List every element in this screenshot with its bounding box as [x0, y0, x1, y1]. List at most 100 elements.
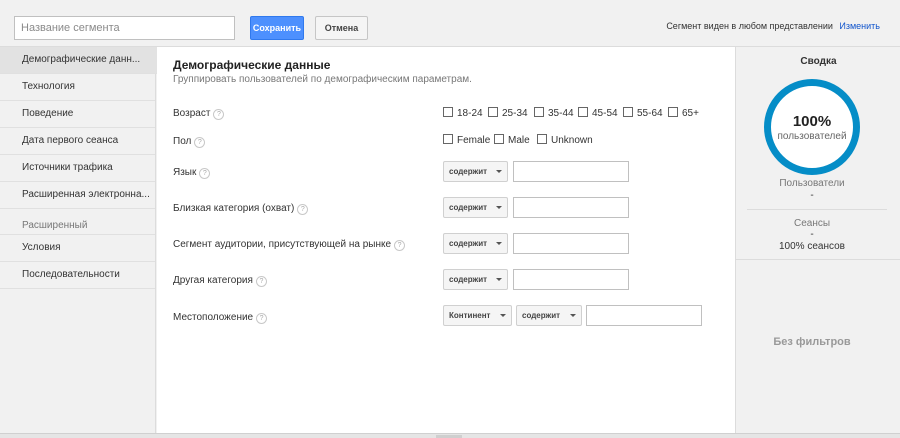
- help-icon[interactable]: ?: [255, 276, 267, 287]
- dropdown-value: Континент: [449, 311, 491, 320]
- checkbox-icon[interactable]: [537, 134, 547, 144]
- help-icon[interactable]: ?: [256, 313, 268, 324]
- checkbox-label: 35-44: [548, 108, 574, 119]
- sidebar-item-sequences[interactable]: Последовательности: [0, 262, 155, 289]
- users-metric-value: -: [810, 190, 814, 201]
- segment-visibility: Сегмент виден в любом представлении Изме…: [666, 21, 880, 31]
- sidebar-group-advanced: Расширенный: [0, 209, 155, 235]
- age-row-label: Возраст?: [173, 108, 225, 120]
- checkbox-icon[interactable]: [488, 107, 498, 117]
- summary-divider: [747, 209, 887, 210]
- help-icon[interactable]: ?: [213, 109, 225, 120]
- gender-checkbox-female[interactable]: Female: [443, 134, 490, 146]
- gender-label: Пол: [173, 136, 192, 147]
- checkbox-label: 45-54: [592, 108, 618, 119]
- affinity-row-label: Близкая категория (охват)?: [173, 203, 309, 215]
- help-icon[interactable]: ?: [194, 137, 206, 148]
- checkbox-label: Female: [457, 135, 491, 146]
- checkbox-label: 25-34: [502, 108, 528, 119]
- language-label: Язык: [173, 167, 197, 178]
- affinity-label: Близкая категория (охват): [173, 203, 295, 214]
- chevron-down-icon: [496, 242, 502, 245]
- sessions-percentage: 100% сеансов: [779, 241, 845, 252]
- age-checkbox-65-plus[interactable]: 65+: [668, 107, 699, 119]
- segment-name-input[interactable]: [14, 16, 235, 40]
- in-market-operator-dropdown[interactable]: содержит: [443, 233, 508, 254]
- no-filters-text: Без фильтров: [773, 336, 851, 348]
- visibility-text: Сегмент виден в любом представлении: [666, 21, 833, 31]
- help-icon[interactable]: ?: [199, 168, 211, 179]
- other-category-operator-dropdown[interactable]: содержит: [443, 269, 508, 290]
- gender-checkbox-male[interactable]: Male: [494, 134, 530, 146]
- segment-editor-header: Сохранить Отмена Сегмент виден в любом п…: [0, 0, 900, 47]
- sidebar-item-behavior[interactable]: Поведение: [0, 101, 155, 128]
- chevron-down-icon: [496, 278, 502, 281]
- sidebar-item-first-session-date[interactable]: Дата первого сеанса: [0, 128, 155, 155]
- age-checkbox-45-54[interactable]: 45-54: [578, 107, 618, 119]
- sessions-metric-value: -: [810, 229, 814, 240]
- dropdown-value: содержит: [449, 203, 488, 212]
- location-operator-dropdown[interactable]: содержит: [516, 305, 582, 326]
- age-checkbox-35-44[interactable]: 35-44: [534, 107, 574, 119]
- resize-strip: [0, 433, 900, 438]
- sessions-metric-label: Сеансы: [793, 218, 831, 229]
- sidebar-item-demographics[interactable]: Демографические данн...: [0, 47, 157, 74]
- language-value-input[interactable]: [513, 161, 629, 182]
- age-checkbox-55-64[interactable]: 55-64: [623, 107, 663, 119]
- demographics-panel: Демографические данные Группировать поль…: [157, 47, 735, 433]
- panel-title: Демографические данные: [173, 58, 331, 72]
- sidebar-item-technology[interactable]: Технология: [0, 74, 155, 101]
- gender-checkbox-unknown[interactable]: Unknown: [537, 134, 593, 146]
- chevron-down-icon: [496, 170, 502, 173]
- summary-divider: [736, 259, 900, 260]
- location-scope-dropdown[interactable]: Континент: [443, 305, 512, 326]
- location-label: Местоположение: [173, 312, 254, 323]
- checkbox-icon[interactable]: [443, 107, 453, 117]
- language-operator-dropdown[interactable]: содержит: [443, 161, 508, 182]
- sidebar-item-traffic-sources[interactable]: Источники трафика: [0, 155, 155, 182]
- location-value-input[interactable]: [586, 305, 702, 326]
- in-market-row-label: Сегмент аудитории, присутствующей на рын…: [173, 239, 406, 251]
- checkbox-label: 55-64: [637, 108, 663, 119]
- change-visibility-link[interactable]: Изменить: [839, 21, 880, 31]
- chevron-down-icon: [496, 206, 502, 209]
- in-market-label: Сегмент аудитории, присутствующей на рын…: [173, 239, 392, 250]
- checkbox-icon[interactable]: [623, 107, 633, 117]
- users-donut-chart: 100% пользователей: [764, 79, 860, 175]
- dropdown-value: содержит: [449, 167, 488, 176]
- panel-subtitle: Группировать пользователей по демографич…: [173, 74, 472, 85]
- gender-row-label: Пол?: [173, 136, 206, 148]
- dropdown-value: содержит: [522, 311, 561, 320]
- summary-title: Сводка: [800, 56, 837, 67]
- segment-summary-panel: Сводка 100% пользователей Пользователи -…: [735, 47, 900, 433]
- age-checkbox-25-34[interactable]: 25-34: [488, 107, 528, 119]
- checkbox-label: Unknown: [551, 135, 593, 146]
- donut-percentage: 100%: [792, 113, 832, 130]
- other-category-label: Другая категория: [173, 275, 253, 286]
- affinity-value-input[interactable]: [513, 197, 629, 218]
- checkbox-icon[interactable]: [443, 134, 453, 144]
- sidebar-item-enhanced-ecommerce[interactable]: Расширенная электронна...: [0, 182, 155, 209]
- in-market-value-input[interactable]: [513, 233, 629, 254]
- age-label: Возраст: [173, 108, 211, 119]
- checkbox-icon[interactable]: [494, 134, 504, 144]
- checkbox-icon[interactable]: [578, 107, 588, 117]
- location-row-label: Местоположение?: [173, 312, 268, 324]
- other-category-row-label: Другая категория?: [173, 275, 267, 287]
- dropdown-value: содержит: [449, 275, 488, 284]
- checkbox-icon[interactable]: [668, 107, 678, 117]
- chevron-down-icon: [500, 314, 506, 317]
- save-button[interactable]: Сохранить: [250, 16, 304, 40]
- users-metric-label: Пользователи: [779, 178, 845, 189]
- affinity-operator-dropdown[interactable]: содержит: [443, 197, 508, 218]
- other-category-value-input[interactable]: [513, 269, 629, 290]
- checkbox-label: 65+: [682, 108, 699, 119]
- donut-label: пользователей: [777, 131, 847, 142]
- help-icon[interactable]: ?: [394, 240, 406, 251]
- language-row-label: Язык?: [173, 167, 211, 179]
- age-checkbox-18-24[interactable]: 18-24: [443, 107, 483, 119]
- sidebar-item-conditions[interactable]: Условия: [0, 235, 155, 262]
- checkbox-icon[interactable]: [534, 107, 544, 117]
- cancel-button[interactable]: Отмена: [315, 16, 368, 40]
- help-icon[interactable]: ?: [297, 204, 309, 215]
